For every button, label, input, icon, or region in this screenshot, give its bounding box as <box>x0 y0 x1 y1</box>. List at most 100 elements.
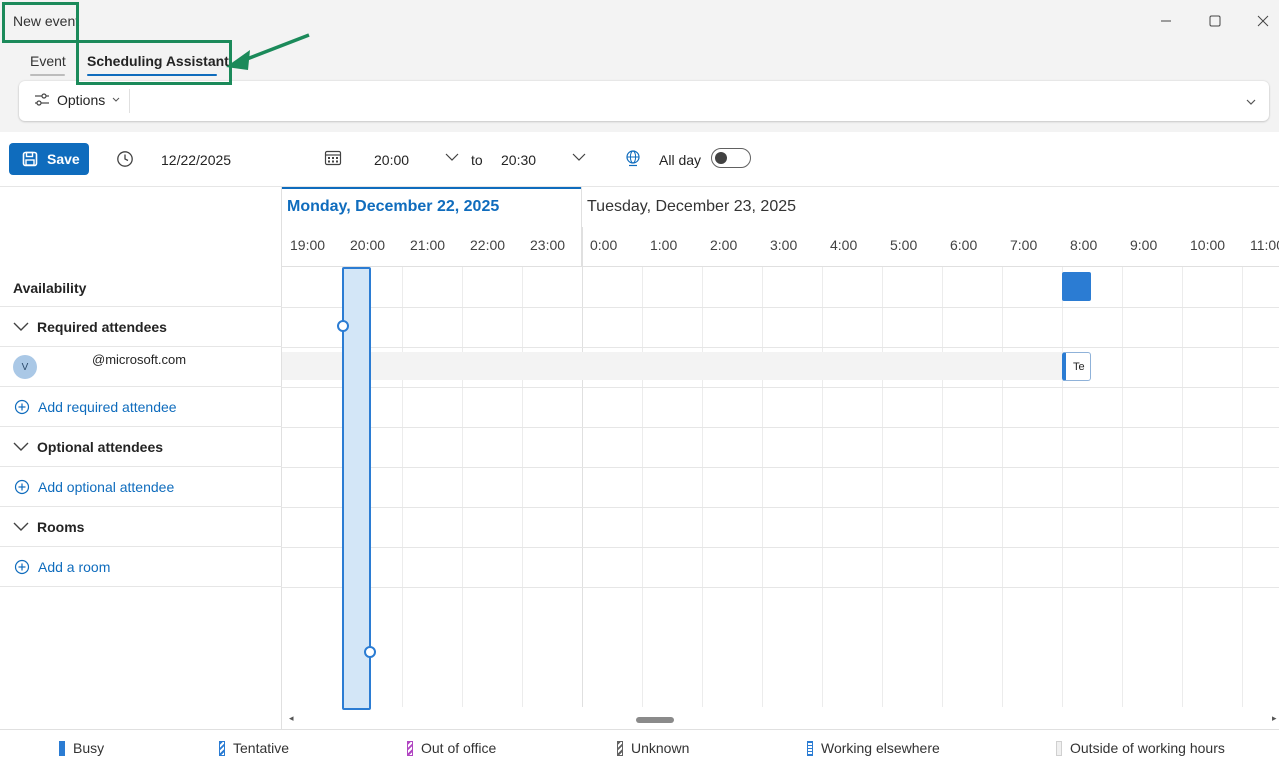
options-button[interactable]: Options <box>33 92 121 108</box>
legend-outside-hours: Outside of working hours <box>1056 740 1225 756</box>
selection-end-handle[interactable] <box>364 646 376 658</box>
header-divider <box>282 266 1279 267</box>
close-button[interactable] <box>1249 8 1277 34</box>
add-circle-icon <box>14 559 30 575</box>
hour-label: 22:00 <box>470 237 506 253</box>
all-day-label: All day <box>659 152 702 168</box>
meeting-time-selection[interactable] <box>342 267 371 710</box>
time-zone-globe-icon[interactable] <box>624 149 642 167</box>
attendee-email: @microsoft.com <box>92 352 187 367</box>
hour-label: 3:00 <box>770 237 798 253</box>
start-time-chevron-down-icon[interactable] <box>445 152 459 162</box>
attendee-event-chip[interactable]: Te <box>1062 352 1091 381</box>
end-time-chevron-down-icon[interactable] <box>572 152 586 162</box>
required-attendees-header[interactable]: Required attendees <box>0 307 282 347</box>
tab-event-underline <box>30 74 65 76</box>
minimize-button[interactable] <box>1152 8 1180 34</box>
hour-label: 21:00 <box>410 237 446 253</box>
required-attendees-label: Required attendees <box>37 319 167 335</box>
busy-swatch-icon <box>59 740 65 756</box>
legend-tentative: Tentative <box>219 740 289 756</box>
scroll-left-arrow[interactable]: ◂ <box>289 713 294 724</box>
hour-label: 19:00 <box>290 237 326 253</box>
save-icon <box>22 151 38 167</box>
out-of-office-swatch-icon <box>407 740 413 756</box>
start-time-field[interactable]: 20:00 <box>374 152 409 168</box>
working-elsewhere-swatch-icon <box>807 740 813 756</box>
legend-busy: Busy <box>59 740 104 756</box>
grid-horizontal-line <box>282 347 1279 348</box>
availability-label: Availability <box>13 280 87 296</box>
add-required-attendee-row[interactable]: Add required attendee <box>0 387 282 427</box>
legend-unknown-label: Unknown <box>631 740 690 756</box>
selected-day-underline <box>282 187 582 189</box>
avatar-initial: V <box>21 361 29 373</box>
grid-vertical-line <box>642 267 643 707</box>
event-toolbar: Save 12/22/2025 20:00 to 20:30 All day <box>0 132 1279 187</box>
add-circle-icon <box>14 479 30 495</box>
legend-out-of-office-label: Out of office <box>421 740 497 756</box>
add-room-link[interactable]: Add a room <box>38 559 110 575</box>
ribbon-expand-chevron-icon[interactable] <box>1245 97 1257 107</box>
grid-vertical-line <box>1182 267 1183 707</box>
add-optional-attendee-row[interactable]: Add optional attendee <box>0 467 282 507</box>
close-icon <box>1257 15 1269 27</box>
add-optional-attendee-link[interactable]: Add optional attendee <box>38 479 174 495</box>
grid-vertical-line <box>942 267 943 707</box>
tentative-swatch-icon <box>219 740 225 756</box>
save-button[interactable]: Save <box>9 143 89 175</box>
grid-horizontal-line <box>282 387 1279 388</box>
tab-event[interactable]: Event <box>30 53 66 69</box>
grid-horizontal-line <box>282 587 1279 588</box>
end-time-field[interactable]: 20:30 <box>501 152 536 168</box>
annotation-box-scheduling <box>76 40 232 85</box>
all-day-toggle[interactable] <box>711 148 751 168</box>
day-header-tuesday: Tuesday, December 23, 2025 <box>587 198 797 215</box>
to-label: to <box>471 152 483 168</box>
scroll-right-arrow[interactable]: ▸ <box>1272 713 1277 724</box>
grid-vertical-line <box>882 267 883 707</box>
grid-horizontal-line <box>282 467 1279 468</box>
optional-attendees-header[interactable]: Optional attendees <box>0 427 282 467</box>
hour-label: 5:00 <box>890 237 918 253</box>
chevron-down-icon[interactable] <box>13 321 29 333</box>
maximize-button[interactable] <box>1201 8 1229 34</box>
grid-vertical-line <box>1062 267 1063 707</box>
legend-out-of-office: Out of office <box>407 740 496 756</box>
legend-working-elsewhere-label: Working elsewhere <box>821 740 940 756</box>
ribbon-divider <box>129 89 130 113</box>
chevron-down-icon[interactable] <box>13 441 29 453</box>
grid-vertical-line <box>1002 267 1003 707</box>
grid-horizontal-line <box>282 507 1279 508</box>
title-bar: New event <box>0 0 1279 42</box>
hour-label: 2:00 <box>710 237 738 253</box>
add-room-row[interactable]: Add a room <box>0 547 282 587</box>
selection-start-handle[interactable] <box>337 320 349 332</box>
hour-label: 4:00 <box>830 237 858 253</box>
annotation-arrow-icon <box>226 33 310 70</box>
grid-vertical-line <box>1242 267 1243 707</box>
calendar-icon[interactable] <box>324 149 342 167</box>
hour-label: 1:00 <box>650 237 678 253</box>
hour-label: 23:00 <box>530 237 566 253</box>
day-header-monday: Monday, December 22, 2025 <box>287 198 500 215</box>
chevron-down-icon <box>112 97 120 102</box>
start-date-field[interactable]: 12/22/2025 <box>161 152 231 168</box>
legend-unknown: Unknown <box>617 740 689 756</box>
hour-label: 6:00 <box>950 237 978 253</box>
grid-horizontal-line <box>282 307 1279 308</box>
rooms-header[interactable]: Rooms <box>0 507 282 547</box>
availability-row: Availability <box>0 267 282 307</box>
grid-vertical-line <box>402 267 403 707</box>
grid-vertical-line <box>822 267 823 707</box>
attendee-row[interactable]: V @microsoft.com <box>0 347 282 387</box>
ribbon: Options <box>19 81 1269 121</box>
horizontal-scrollbar-thumb[interactable] <box>636 717 674 723</box>
optional-attendees-label: Optional attendees <box>37 439 164 455</box>
clock-icon <box>117 151 133 167</box>
attendee-free-busy-band <box>282 352 1062 380</box>
chevron-down-icon[interactable] <box>13 521 29 533</box>
grid-horizontal-line <box>282 547 1279 548</box>
rooms-label: Rooms <box>37 519 85 535</box>
add-required-attendee-link[interactable]: Add required attendee <box>38 399 177 415</box>
